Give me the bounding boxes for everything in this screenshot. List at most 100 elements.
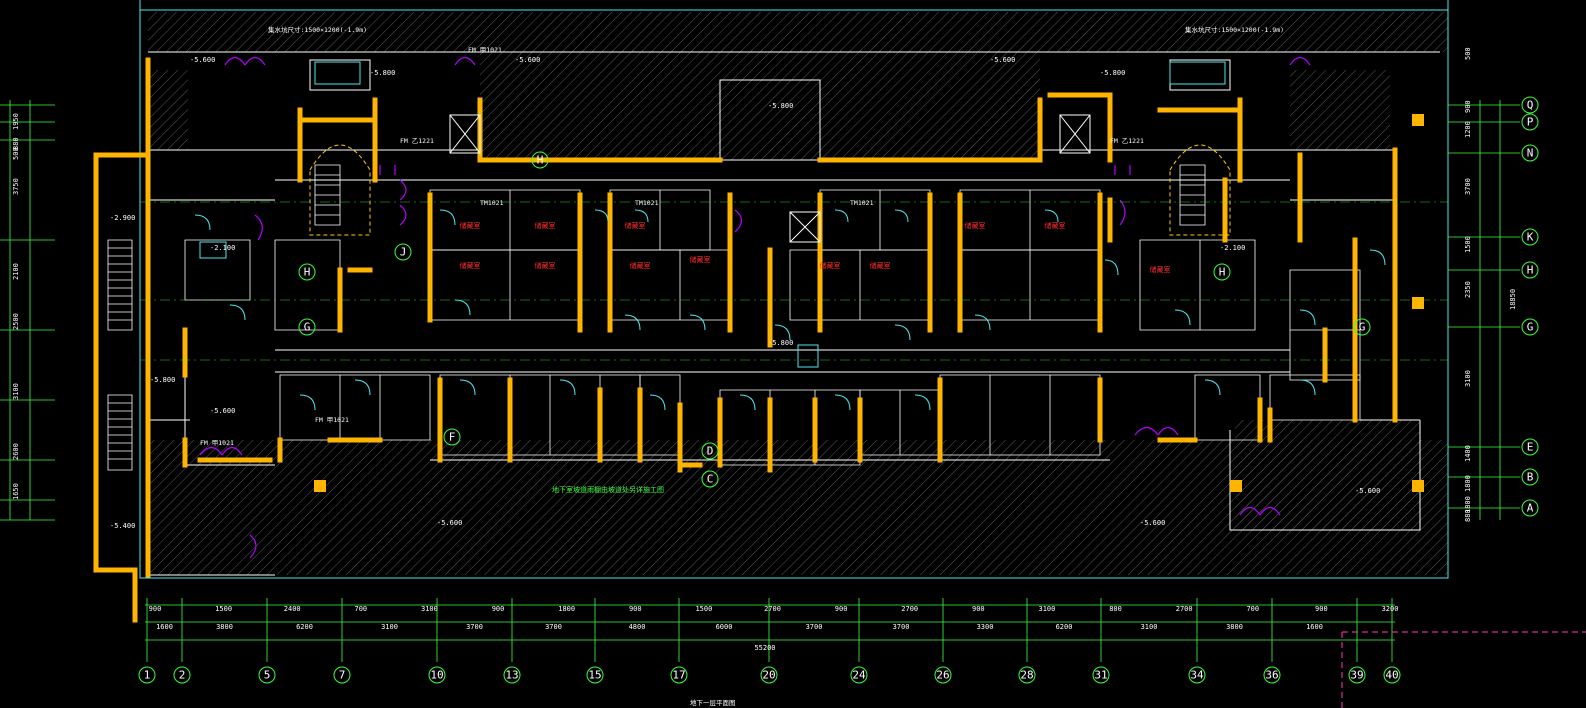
elevation-label: -5.600 — [1140, 519, 1165, 527]
grid-bubble-interior-F-label: F — [449, 431, 456, 444]
grid-bubble-interior-F: F — [443, 428, 461, 446]
sump-note-left: 集水坑尺寸:1500×1200(-1.9m) — [268, 25, 367, 34]
dimension-value: 1500 — [695, 605, 712, 613]
grid-bubble-interior-D-label: D — [707, 445, 714, 458]
elevation-label: -5.400 — [110, 522, 135, 530]
grid-bubble-H-label: H — [1527, 264, 1534, 277]
dimension-value: 700 — [1246, 605, 1259, 613]
grid-bubble-5-label: 5 — [264, 669, 271, 682]
room-label: 储藏室 — [625, 221, 646, 230]
elevation-label: -5.800 — [1100, 69, 1125, 77]
room-label: 储藏室 — [965, 221, 986, 230]
grid-bubble-17-label: 17 — [672, 669, 685, 682]
door-tag: FM 甲1021 — [315, 416, 349, 424]
dimension-value: 900 — [629, 605, 642, 613]
grid-bubble-10-label: 10 — [430, 669, 443, 682]
grid-bubble-13-label: 13 — [505, 669, 518, 682]
grid-bubble-interior-G: G — [298, 318, 316, 336]
grid-bubble-Q-label: Q — [1527, 99, 1534, 112]
grid-bubble-20: 20 — [760, 666, 778, 684]
dimension-text-row1: 900 1500 2400 700 3100 900 1800 900 1500 2700 900 2… — [149, 605, 1399, 613]
dimension-value: 500 — [12, 147, 20, 160]
grid-bubble-interior-H-label: H — [304, 266, 311, 279]
grid-bubble-34: 34 — [1188, 666, 1206, 684]
room-label: 储藏室 — [460, 221, 481, 230]
grid-bubble-E: E — [1521, 438, 1539, 456]
grid-bubble-24: 24 — [850, 666, 868, 684]
dimension-value: 2100 — [12, 263, 20, 280]
grid-bubble-31: 31 — [1092, 666, 1110, 684]
grid-bubble-13: 13 — [503, 666, 521, 684]
grid-bubble-G: G — [1521, 318, 1539, 336]
dimension-value: 3300 — [977, 623, 994, 631]
dimension-value: 1500 — [215, 605, 232, 613]
center-lines — [140, 201, 1448, 361]
dimension-value: 3100 — [1039, 605, 1056, 613]
grid-bubble-K-label: K — [1527, 231, 1534, 244]
grid-bubble-2: 2 — [173, 666, 191, 684]
grid-bubble-P-label: P — [1527, 116, 1534, 129]
grid-bubble-36-label: 36 — [1265, 669, 1278, 682]
grid-bubble-A-label: A — [1527, 502, 1534, 515]
room-labels: 储藏室 储藏室 储藏室储藏室储藏室 储藏室 储藏室 储藏室 储藏室储藏室 储藏室储藏室 — [460, 221, 1171, 274]
grid-bubble-17: 17 — [670, 666, 688, 684]
dimension-value: 1400 — [1464, 445, 1472, 462]
elevation-label: -5.600 — [1355, 487, 1380, 495]
grid-bubble-H: H — [1521, 261, 1539, 279]
elevation-label: -5.600 — [515, 56, 540, 64]
dimension-value: 2500 — [12, 313, 20, 330]
dimension-value: 3100 — [12, 383, 20, 400]
grid-bubble-interior-C-label: C — [707, 473, 714, 486]
room-label: 储藏室 — [690, 255, 711, 264]
total-dimension-right: 18850 — [1509, 289, 1517, 310]
dimension-value: 900 — [1315, 605, 1328, 613]
door-tag: TM1021 — [635, 199, 659, 207]
grid-bubble-40-label: 40 — [1385, 669, 1398, 682]
dimension-value: 3700 — [893, 623, 910, 631]
dimension-value: 3100 — [1464, 370, 1472, 387]
grid-bubble-A: A — [1521, 499, 1539, 517]
grid-bubble-interior-J-label: J — [400, 246, 407, 259]
grid-bubble-P: P — [1521, 113, 1539, 131]
dimension-text-right: 5009001200370015002350310014001800180088… — [1464, 47, 1472, 522]
grid-bubble-interior-G-label: G — [1359, 321, 1366, 334]
grid-bubble-26: 26 — [934, 666, 952, 684]
dimension-value: 500 — [1464, 47, 1472, 60]
dimension-value: 6000 — [716, 623, 733, 631]
dimension-value: 900 — [972, 605, 985, 613]
dimension-value: 900 — [835, 605, 848, 613]
dimension-value: 1650 — [12, 483, 20, 500]
door-tag: TM1021 — [480, 199, 504, 207]
grid-bubble-2-label: 2 — [179, 669, 186, 682]
room-label: 储藏室 — [630, 261, 651, 270]
dimension-value: 2600 — [12, 443, 20, 460]
grid-axis-right: QP N K H G E B A — [1521, 96, 1539, 517]
door-tag: FM 乙1221 — [1110, 137, 1144, 145]
stairs — [107, 164, 1206, 471]
door-tag: FM 乙1221 — [400, 137, 434, 145]
ramp-note: 地下室坡道雨棚由坡道处另详施工图 — [552, 485, 664, 494]
elevation-label: -2.100 — [210, 244, 235, 252]
grid-bubble-39: 39 — [1348, 666, 1366, 684]
dimension-value: 6200 — [1056, 623, 1073, 631]
dimension-value: 2700 — [764, 605, 781, 613]
elevation-label: -5.800 — [768, 102, 793, 110]
elevation-label: -5.800 — [150, 376, 175, 384]
grid-bubble-28-label: 28 — [1020, 669, 1033, 682]
grid-bubble-N: N — [1521, 144, 1539, 162]
dimension-text-left: 1950880500375021002500310026001650 — [12, 113, 20, 500]
grid-bubble-B: B — [1521, 468, 1539, 486]
grid-bubble-interior-H: H — [1213, 263, 1231, 281]
dimension-value: 1200 — [1464, 121, 1472, 138]
dimension-value: 1500 — [1464, 236, 1472, 253]
grid-bubble-interior-J: J — [394, 243, 412, 261]
door-tag: TM1021 — [850, 199, 874, 207]
grid-bubble-39-label: 39 — [1350, 669, 1363, 682]
grid-bubble-5: 5 — [258, 666, 276, 684]
drawing-title: 地下一层平面图 — [690, 698, 736, 707]
door-tag: FM 甲1021 — [468, 46, 502, 54]
grid-bubble-15-label: 15 — [588, 669, 601, 682]
dimension-value: 1800 — [558, 605, 575, 613]
grid-bubble-7-label: 7 — [339, 669, 346, 682]
dimension-value: 3700 — [1464, 178, 1472, 195]
